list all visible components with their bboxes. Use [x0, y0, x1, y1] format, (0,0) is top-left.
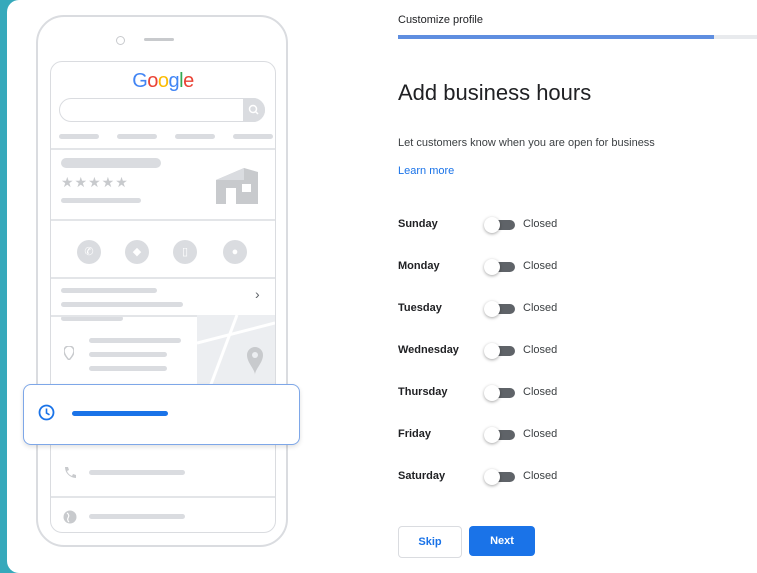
placeholder-line: [61, 316, 123, 321]
placeholder-line: [61, 288, 157, 293]
day-name: Friday: [398, 428, 432, 440]
map-thumbnail: [196, 314, 275, 396]
phone-icon: ✆: [77, 240, 101, 264]
day-status: Closed: [523, 470, 558, 482]
placeholder-line: [61, 302, 183, 307]
open-toggle[interactable]: [484, 301, 516, 317]
divider: [51, 496, 275, 498]
placeholder-line: [89, 338, 181, 343]
divider: [51, 219, 275, 221]
day-row-monday: Monday Closed: [398, 257, 698, 277]
directions-icon: ◆: [125, 240, 149, 264]
chevron-right-icon: ›: [255, 286, 260, 302]
logo-letter: e: [183, 70, 194, 92]
rating-stars: ★★★★★: [61, 174, 129, 190]
clock-icon: [38, 404, 55, 421]
day-name: Sunday: [398, 218, 438, 230]
open-toggle[interactable]: [484, 343, 516, 359]
camera-icon: [116, 36, 125, 45]
day-row-sunday: Sunday Closed: [398, 215, 698, 235]
business-hours-card: [23, 384, 300, 445]
location-pin-icon: [63, 345, 75, 363]
placeholder-line: [61, 158, 161, 168]
day-row-wednesday: Wednesday Closed: [398, 341, 698, 361]
placeholder-line: [233, 134, 273, 139]
placeholder-line: [117, 134, 157, 139]
placeholder-line: [89, 352, 167, 357]
phone-illustration: Google ★★★★★ ✆ ◆ ▯ ● ›: [36, 15, 288, 547]
bookmark-icon: ▯: [173, 240, 197, 264]
open-toggle[interactable]: [484, 217, 516, 233]
logo-letter: o: [147, 70, 158, 92]
open-toggle[interactable]: [484, 385, 516, 401]
day-row-thursday: Thursday Closed: [398, 383, 698, 403]
page-title: Add business hours: [398, 80, 592, 105]
day-status: Closed: [523, 260, 558, 272]
day-status: Closed: [523, 344, 558, 356]
day-name: Tuesday: [398, 302, 442, 314]
search-icon: [243, 98, 265, 122]
phone-icon: [63, 466, 77, 483]
phone-screen: Google ★★★★★ ✆ ◆ ▯ ● ›: [50, 61, 276, 533]
day-name: Thursday: [398, 386, 448, 398]
website-icon: ●: [223, 240, 247, 264]
google-logo: Google: [51, 70, 275, 93]
open-toggle[interactable]: [484, 469, 516, 485]
progress-bar: [398, 35, 757, 39]
placeholder-line: [89, 366, 167, 371]
day-name: Wednesday: [398, 344, 459, 356]
logo-letter: o: [157, 70, 169, 92]
day-name: Saturday: [398, 470, 446, 482]
next-button[interactable]: Next: [469, 526, 535, 556]
placeholder-line: [59, 134, 99, 139]
divider: [51, 315, 199, 317]
placeholder-line: [175, 134, 215, 139]
page-header-title: Customize profile: [398, 14, 483, 26]
learn-more-link[interactable]: Learn more: [398, 165, 454, 177]
logo-letter: g: [168, 70, 180, 92]
open-toggle[interactable]: [484, 259, 516, 275]
description: Let customers know when you are open for…: [398, 137, 655, 149]
placeholder-line: [61, 198, 141, 203]
storefront-icon: [216, 168, 258, 204]
divider: [51, 148, 275, 150]
skip-button[interactable]: Skip: [398, 526, 462, 558]
day-status: Closed: [523, 218, 558, 230]
open-toggle[interactable]: [484, 427, 516, 443]
globe-icon: [63, 510, 77, 527]
day-name: Monday: [398, 260, 440, 272]
logo-letter: G: [132, 70, 148, 92]
day-row-saturday: Saturday Closed: [398, 467, 698, 487]
day-row-friday: Friday Closed: [398, 425, 698, 445]
progress-fill: [398, 35, 714, 39]
hours-placeholder-bar: [72, 411, 168, 416]
day-status: Closed: [523, 302, 558, 314]
day-status: Closed: [523, 428, 558, 440]
placeholder-line: [89, 514, 185, 519]
day-status: Closed: [523, 386, 558, 398]
search-bar-illustration: [59, 98, 265, 122]
speaker-grille: [144, 38, 174, 41]
divider: [51, 277, 275, 279]
placeholder-line: [89, 470, 185, 475]
day-row-tuesday: Tuesday Closed: [398, 299, 698, 319]
